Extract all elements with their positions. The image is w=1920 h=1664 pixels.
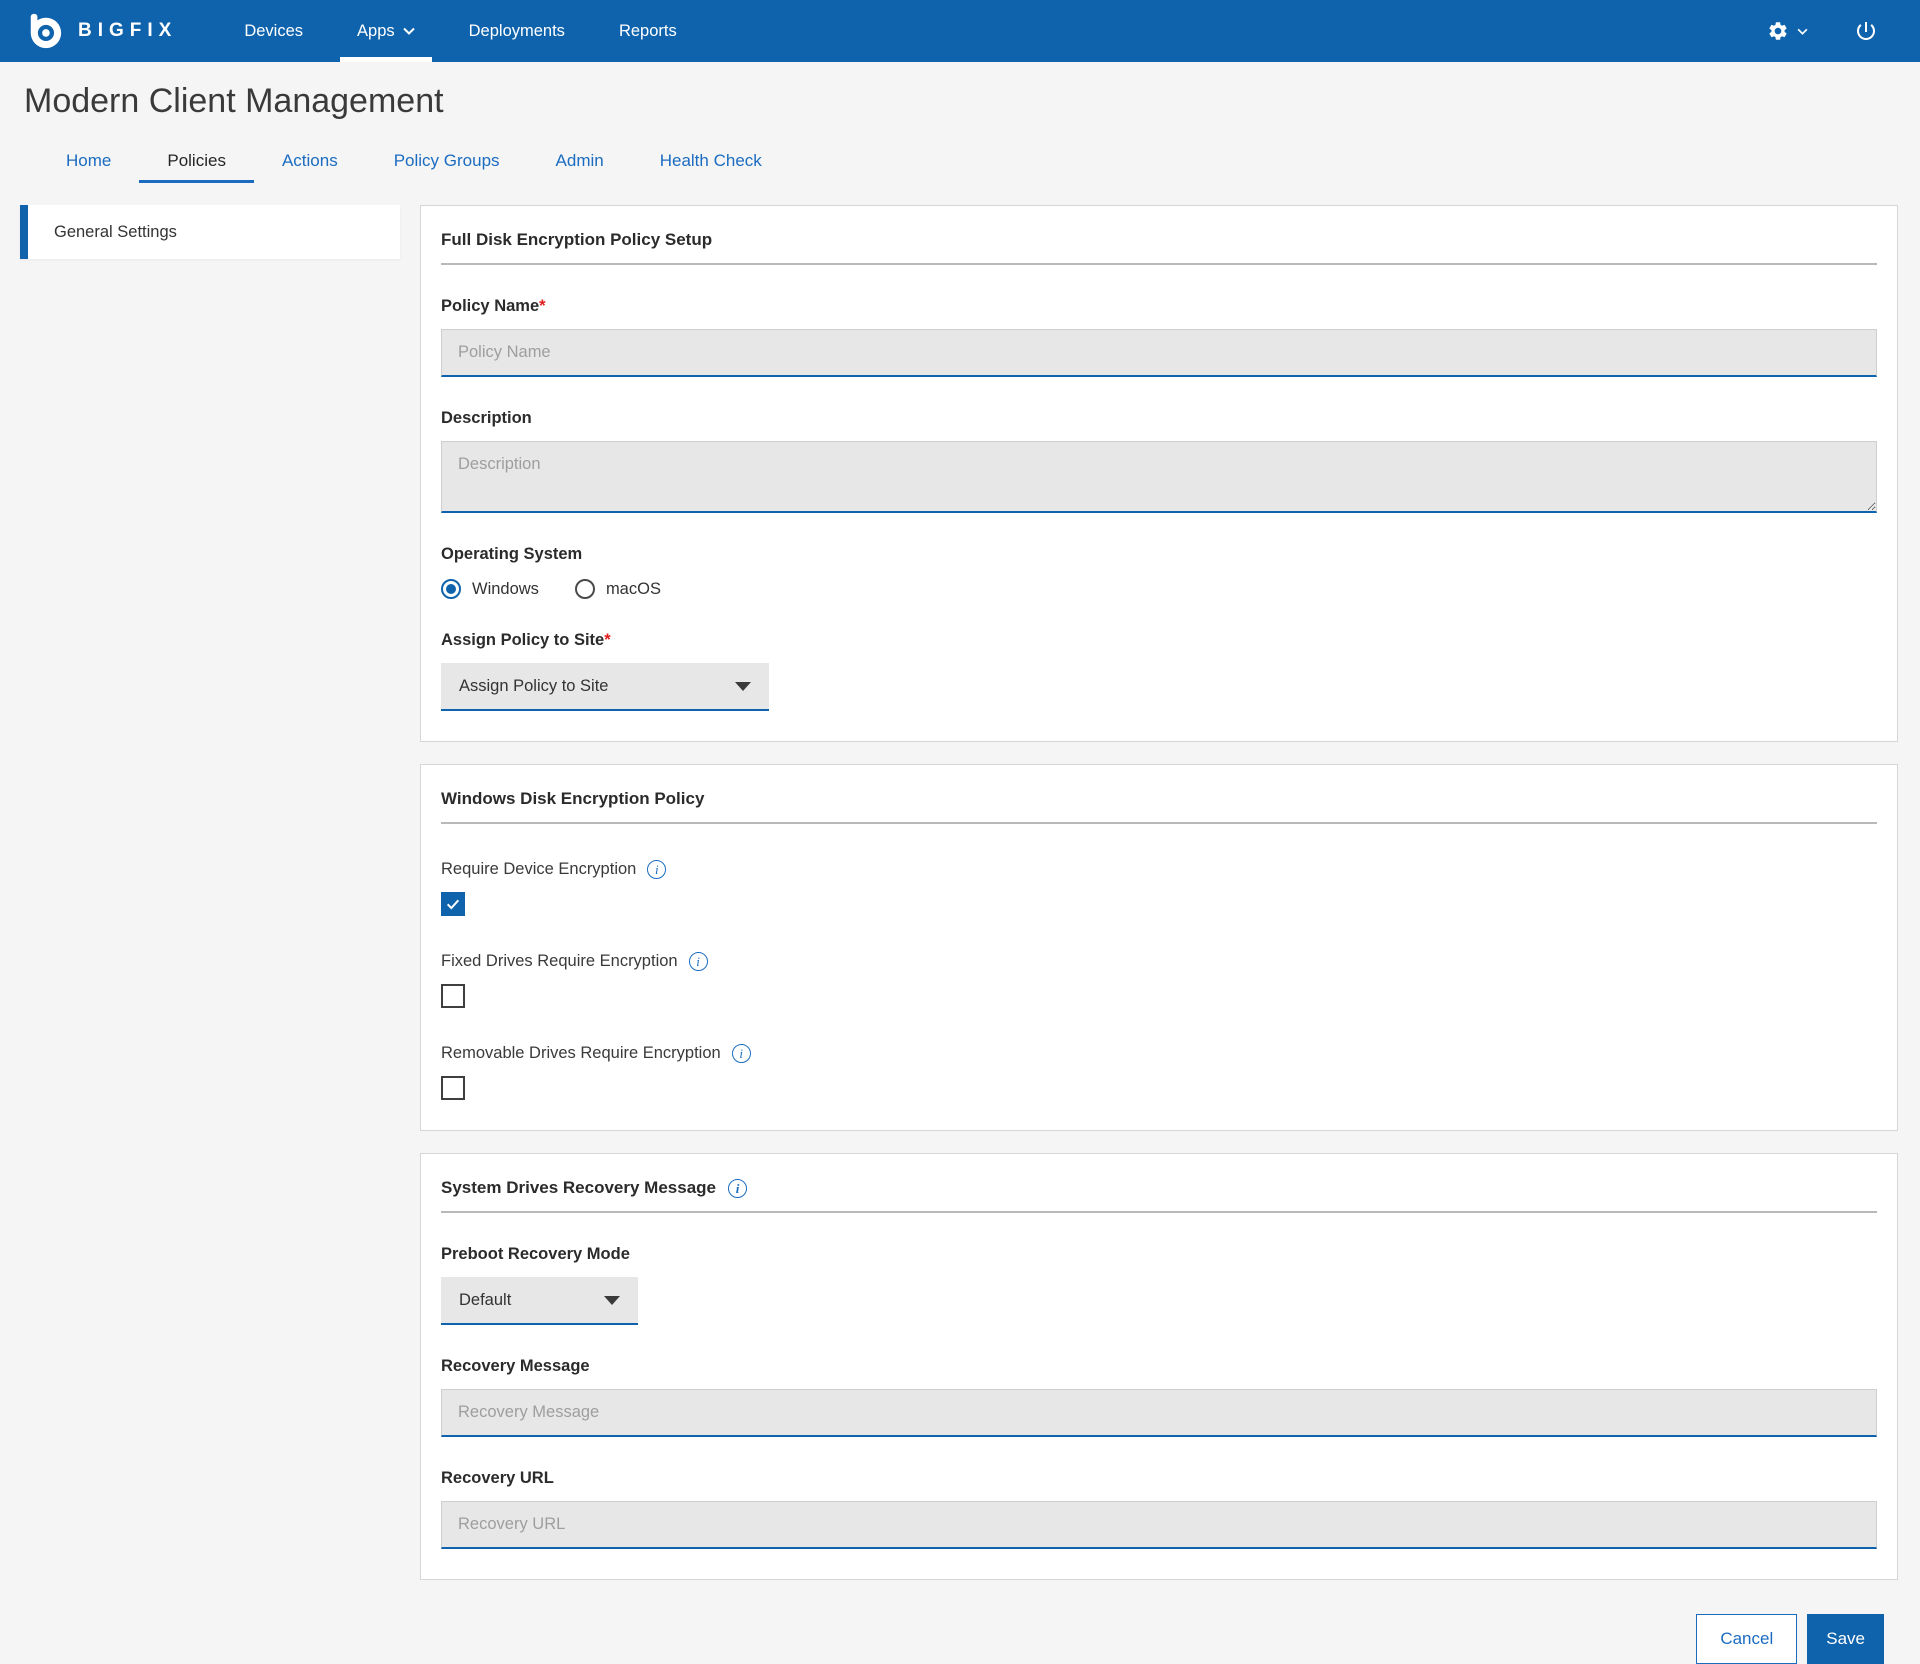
save-button[interactable]: Save xyxy=(1807,1614,1884,1664)
preboot-mode-select[interactable]: Default xyxy=(441,1277,638,1325)
policy-setup-title: Full Disk Encryption Policy Setup xyxy=(441,230,1877,250)
recovery-message-label: Recovery Message xyxy=(441,1357,1877,1376)
windows-policy-card: Windows Disk Encryption Policy Require D… xyxy=(420,764,1898,1131)
policy-name-label: Policy Name* xyxy=(441,297,1877,316)
chevron-down-icon xyxy=(604,1296,620,1305)
check-icon xyxy=(445,896,461,912)
primary-nav: Devices Apps Deployments Reports xyxy=(217,0,703,62)
nav-item-reports[interactable]: Reports xyxy=(592,0,704,62)
info-icon[interactable] xyxy=(647,860,666,879)
bigfix-logo-icon xyxy=(26,12,64,50)
nav-item-apps[interactable]: Apps xyxy=(330,0,442,62)
recovery-message-input[interactable] xyxy=(441,1389,1877,1437)
page-title: Modern Client Management xyxy=(24,82,1920,121)
removable-drives-encryption-checkbox[interactable] xyxy=(441,1076,465,1100)
require-device-encryption-checkbox[interactable] xyxy=(441,892,465,916)
info-icon[interactable] xyxy=(728,1179,747,1198)
nav-item-devices[interactable]: Devices xyxy=(217,0,330,62)
tab-health-check[interactable]: Health Check xyxy=(632,151,790,183)
sidebar-item-general-settings[interactable]: General Settings xyxy=(20,205,400,259)
operating-system-radio-group: Windows macOS xyxy=(441,579,1877,599)
recovery-url-label: Recovery URL xyxy=(441,1469,1877,1488)
assign-site-select[interactable]: Assign Policy to Site xyxy=(441,663,769,711)
tab-home[interactable]: Home xyxy=(38,151,139,183)
info-icon[interactable] xyxy=(689,952,708,971)
radio-unselected-icon xyxy=(575,579,595,599)
tab-actions[interactable]: Actions xyxy=(254,151,366,183)
divider xyxy=(441,1211,1877,1213)
logout-button[interactable] xyxy=(1854,19,1878,43)
recovery-message-card: System Drives Recovery Message Preboot R… xyxy=(420,1153,1898,1580)
brand-logo[interactable]: BIGFIX xyxy=(26,12,177,50)
tab-admin[interactable]: Admin xyxy=(528,151,632,183)
chevron-down-icon xyxy=(735,682,751,691)
form-column: Full Disk Encryption Policy Setup Policy… xyxy=(420,205,1898,1664)
divider xyxy=(441,263,1877,265)
preboot-mode-label: Preboot Recovery Mode xyxy=(441,1245,1877,1264)
gear-icon xyxy=(1767,20,1789,42)
top-nav-bar: BIGFIX Devices Apps Deployments Reports xyxy=(0,0,1920,62)
nav-item-deployments[interactable]: Deployments xyxy=(442,0,592,62)
tab-policy-groups[interactable]: Policy Groups xyxy=(366,151,528,183)
operating-system-label: Operating System xyxy=(441,545,1877,564)
removable-drives-encryption-label: Removable Drives Require Encryption xyxy=(441,1044,1877,1063)
assign-site-label: Assign Policy to Site* xyxy=(441,631,1877,650)
chevron-down-icon xyxy=(1797,28,1808,35)
radio-macos[interactable]: macOS xyxy=(575,579,661,599)
policy-name-input[interactable] xyxy=(441,329,1877,377)
description-label: Description xyxy=(441,409,1877,428)
tab-policies[interactable]: Policies xyxy=(139,151,254,183)
radio-selected-icon xyxy=(441,579,461,599)
power-icon xyxy=(1854,19,1878,43)
radio-windows[interactable]: Windows xyxy=(441,579,539,599)
nav-utilities xyxy=(1767,19,1878,43)
tab-bar: Home Policies Actions Policy Groups Admi… xyxy=(38,151,1920,183)
windows-policy-title: Windows Disk Encryption Policy xyxy=(441,789,1877,809)
fixed-drives-encryption-checkbox[interactable] xyxy=(441,984,465,1008)
policy-setup-card: Full Disk Encryption Policy Setup Policy… xyxy=(420,205,1898,742)
fixed-drives-encryption-label: Fixed Drives Require Encryption xyxy=(441,952,1877,971)
content-area: General Settings Full Disk Encryption Po… xyxy=(0,183,1920,1664)
cancel-button[interactable]: Cancel xyxy=(1696,1614,1797,1664)
description-textarea[interactable] xyxy=(441,441,1877,513)
recovery-url-input[interactable] xyxy=(441,1501,1877,1549)
form-footer: Cancel Save xyxy=(420,1602,1898,1664)
recovery-title: System Drives Recovery Message xyxy=(441,1178,1877,1198)
settings-menu-button[interactable] xyxy=(1767,20,1808,42)
divider xyxy=(441,822,1877,824)
settings-sidebar: General Settings xyxy=(20,205,400,259)
brand-name: BIGFIX xyxy=(78,20,177,42)
chevron-down-icon xyxy=(403,27,415,35)
require-device-encryption-label: Require Device Encryption xyxy=(441,860,1877,879)
info-icon[interactable] xyxy=(732,1044,751,1063)
